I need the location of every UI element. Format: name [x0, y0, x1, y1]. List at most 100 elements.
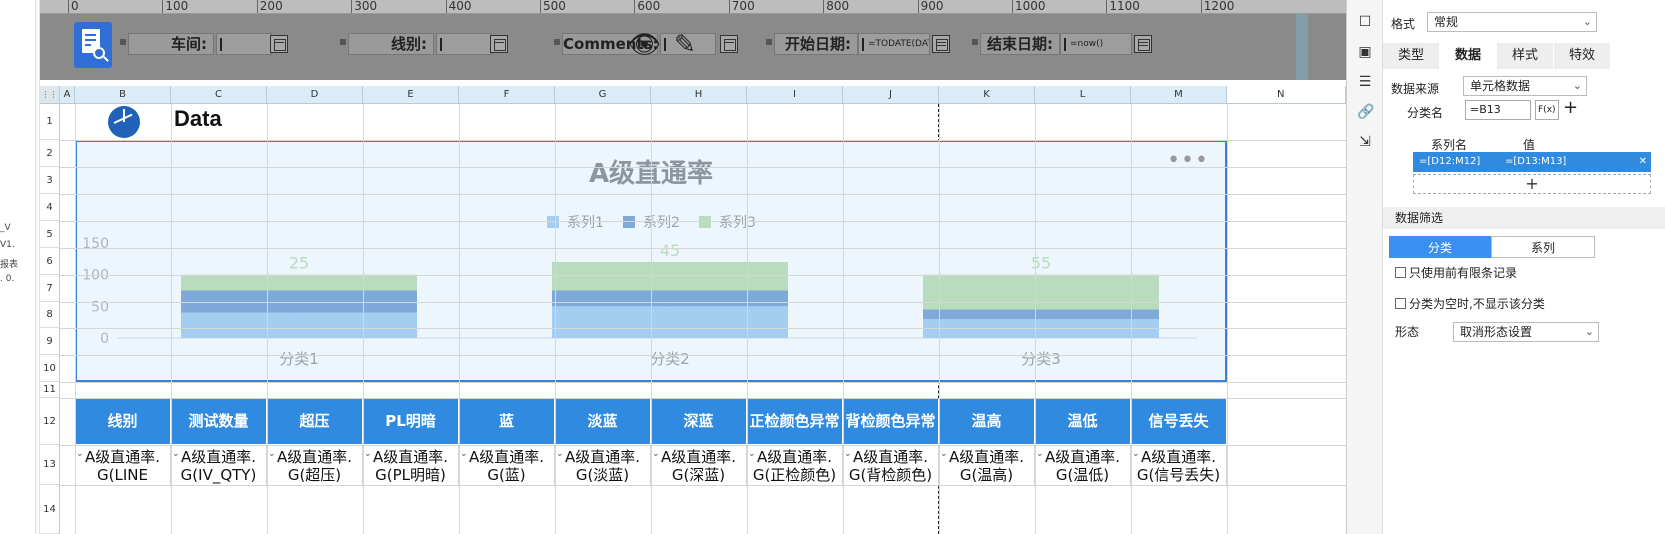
table-cell[interactable]: ⌄ A级直通率. G(信号丢失) — [1131, 445, 1227, 485]
line-input[interactable] — [436, 33, 492, 55]
drag-handle-icon[interactable] — [340, 39, 346, 45]
table-header-cell[interactable]: 正检颜色异常 — [747, 398, 843, 444]
row-header[interactable]: 7 — [40, 275, 60, 302]
form-select[interactable]: 取消形态设置 ⌄ — [1453, 322, 1599, 342]
tab-effects[interactable]: 特效 — [1554, 43, 1610, 69]
table-header-cell[interactable]: 淡蓝 — [555, 398, 651, 444]
table-cell[interactable]: ⌄ A级直通率. G(正检颜色) — [747, 445, 843, 485]
column-header[interactable]: K — [939, 86, 1035, 104]
row-header[interactable]: 12 — [40, 398, 60, 445]
row-header[interactable]: 8 — [40, 302, 60, 328]
data-filter-section[interactable]: 数据筛选 — [1383, 207, 1665, 229]
query-button[interactable] — [74, 22, 112, 68]
column-header[interactable]: F — [459, 86, 555, 104]
series-value-formula[interactable]: =[D13:M13] — [1505, 152, 1566, 172]
drag-handle-icon[interactable] — [972, 39, 978, 45]
widget-settings-icon[interactable] — [490, 35, 508, 53]
select-all-corner[interactable]: ⋮⋮ — [40, 86, 60, 104]
series-entry-row[interactable]: =[D12:M12] =[D13:M13] ✕ — [1413, 152, 1651, 172]
parameter-pane[interactable]: 车间: 线别: Comments: 👁 ✎ 开始日期: =TODATE(DA 结… — [40, 14, 1346, 80]
tree-label[interactable]: 报表 — [0, 257, 36, 270]
table-cell[interactable]: ⌄ A级直通率. G(背检颜色) — [843, 445, 939, 485]
row-header[interactable]: 3 — [40, 167, 60, 194]
table-header-cell[interactable]: 深蓝 — [651, 398, 747, 444]
series-name-formula[interactable]: =[D12:M12] — [1419, 152, 1480, 172]
drag-handle-icon[interactable] — [766, 39, 772, 45]
tab-type[interactable]: 类型 — [1383, 43, 1439, 69]
column-header[interactable]: A — [60, 86, 75, 104]
cell-attribute-icon[interactable]: ▣ — [1357, 44, 1373, 60]
table-cell[interactable]: ⌄ A级直通率. G(IV_QTY) — [171, 445, 267, 485]
table-cell[interactable]: ⌄ A级直通率. G(深蓝) — [651, 445, 747, 485]
widget-settings-icon[interactable] — [720, 35, 738, 53]
category-name-input[interactable]: =B13 — [1465, 100, 1531, 120]
hyperlink-icon[interactable]: 🔗 — [1357, 104, 1374, 120]
limit-records-checkbox[interactable]: 只使用前有限条记录 — [1395, 264, 1517, 281]
tab-style[interactable]: 样式 — [1497, 43, 1553, 69]
column-header[interactable]: E — [363, 86, 459, 104]
add-icon[interactable]: + — [1563, 97, 1578, 118]
drag-handle-icon[interactable] — [120, 39, 126, 45]
row-header[interactable]: 11 — [40, 382, 60, 398]
table-header-cell[interactable]: 测试数量 — [171, 398, 267, 444]
column-header[interactable]: D — [267, 86, 363, 104]
row-header[interactable]: 10 — [40, 355, 60, 382]
table-cell[interactable]: ⌄ A级直通率. G(超压) — [267, 445, 363, 485]
row-header[interactable]: 6 — [40, 248, 60, 275]
row-header[interactable]: 9 — [40, 328, 60, 355]
column-header[interactable]: I — [747, 86, 843, 104]
column-header[interactable]: B — [75, 86, 171, 104]
report-grid[interactable]: ⋮⋮ ⌃ Data A级直通率系列1系列2系列3050100150403525分… — [40, 86, 1346, 534]
table-cell[interactable]: ⌄ A级直通率. G(淡蓝) — [555, 445, 651, 485]
edit-pencil-icon[interactable]: ✎ — [674, 30, 696, 60]
table-header-cell[interactable]: 温高 — [939, 398, 1035, 444]
row-header[interactable]: 4 — [40, 194, 60, 221]
tree-label[interactable]: V1. — [0, 240, 36, 250]
column-header[interactable]: L — [1035, 86, 1131, 104]
table-header-cell[interactable]: 超压 — [267, 398, 363, 444]
table-cell[interactable]: ⌄ A级直通率. G(PL明暗) — [363, 445, 459, 485]
formula-icon[interactable]: F(x) — [1535, 100, 1559, 120]
column-header[interactable]: N — [1227, 86, 1346, 104]
remove-icon[interactable]: ✕ — [1639, 152, 1647, 172]
cell-element-icon[interactable]: ☐ — [1357, 14, 1373, 30]
format-select[interactable]: 常规 ⌄ — [1427, 12, 1597, 32]
workshop-input[interactable] — [216, 33, 272, 55]
column-header[interactable]: C — [171, 86, 267, 104]
table-cell[interactable]: ⌄ A级直通率. G(蓝) — [459, 445, 555, 485]
end-date-input[interactable]: =now() — [1060, 33, 1132, 55]
widget-settings-icon[interactable] — [270, 35, 288, 53]
table-header-cell[interactable]: 信号丢失 — [1131, 398, 1227, 444]
tab-data[interactable]: 数据 — [1440, 43, 1496, 69]
add-series-button[interactable]: + — [1413, 174, 1651, 194]
column-header[interactable]: H — [651, 86, 747, 104]
column-header[interactable]: G — [555, 86, 651, 104]
data-source-select[interactable]: 单元格数据 ⌄ — [1463, 76, 1587, 96]
row-header[interactable]: 5 — [40, 221, 60, 248]
table-header-cell[interactable]: PL明暗 — [363, 398, 459, 444]
table-cell[interactable]: ⌄ A级直通率. G(LINE — [75, 445, 171, 485]
start-date-input[interactable]: =TODATE(DATE — [858, 33, 930, 55]
table-header-cell[interactable]: 温低 — [1035, 398, 1131, 444]
tree-label[interactable]: _V — [0, 223, 36, 233]
table-header-cell[interactable]: 背检颜色异常 — [843, 398, 939, 444]
row-header[interactable]: 14 — [40, 485, 60, 534]
row-header[interactable]: 1 — [40, 104, 60, 140]
table-header-cell[interactable]: 蓝 — [459, 398, 555, 444]
drag-handle-icon[interactable] — [554, 39, 560, 45]
row-header[interactable]: 13 — [40, 445, 60, 485]
calendar-icon[interactable] — [1134, 35, 1152, 53]
widget-settings-icon[interactable]: ☰ — [1357, 74, 1373, 90]
toggle-series[interactable]: 系列 — [1491, 236, 1595, 258]
toggle-category[interactable]: 分类 — [1389, 236, 1491, 258]
table-cell[interactable]: ⌄ A级直通率. G(温高) — [939, 445, 1035, 485]
calendar-icon[interactable] — [932, 35, 950, 53]
column-header[interactable]: M — [1131, 86, 1227, 104]
column-header[interactable]: J — [843, 86, 939, 104]
vertical-scrollbar[interactable] — [1296, 14, 1308, 80]
more-options-icon[interactable]: ••• — [1167, 150, 1209, 172]
data-title[interactable]: Data — [174, 106, 222, 132]
table-cell[interactable]: ⌄ A级直通率. G(温低) — [1035, 445, 1131, 485]
table-header-cell[interactable]: 线别 — [75, 398, 171, 444]
row-header[interactable]: 2 — [40, 140, 60, 167]
